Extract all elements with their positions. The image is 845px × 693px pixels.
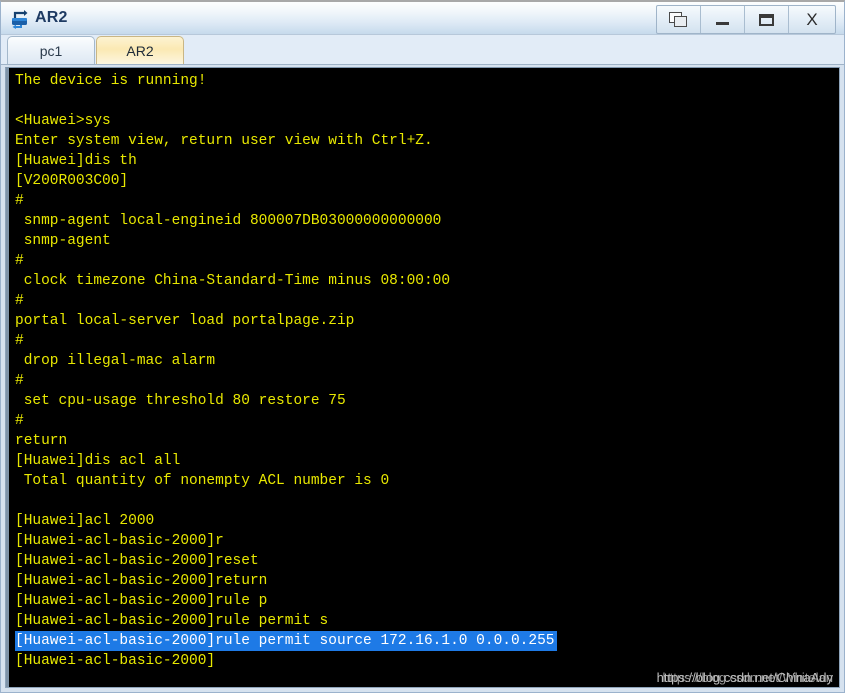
terminal-line: set cpu-usage threshold 80 restore 75 <box>15 391 839 411</box>
minimize-icon <box>716 22 729 25</box>
terminal-line-text <box>15 491 839 511</box>
terminal-line: [Huawei-acl-basic-2000]rule permit sourc… <box>15 631 839 651</box>
terminal-line-text: return <box>15 433 68 449</box>
terminal-line-text: # <box>15 193 24 209</box>
tab-strip: pc1 AR2 <box>1 35 844 65</box>
terminal-line: <Huawei>sys <box>15 111 839 131</box>
window-controls: X <box>656 5 836 34</box>
tab-pc1[interactable]: pc1 <box>7 36 95 64</box>
terminal-line: snmp-agent local-engineid 800007DB030000… <box>15 211 839 231</box>
terminal-line-text: portal local-server load portalpage.zip <box>15 313 355 329</box>
terminal-line: [Huawei-acl-basic-2000]reset <box>15 551 839 571</box>
restore-window-button[interactable] <box>657 6 701 33</box>
terminal-line-text: # <box>15 293 24 309</box>
terminal-line: Total quantity of nonempty ACL number is… <box>15 471 839 491</box>
close-window-button[interactable]: X <box>789 6 835 33</box>
terminal-line-text: [V200R003C00] <box>15 173 129 189</box>
terminal-line-text: <Huawei>sys <box>15 113 111 129</box>
terminal-line-text: snmp-agent local-engineid 800007DB030000… <box>15 213 442 229</box>
terminal-line-text: Total quantity of nonempty ACL number is… <box>15 473 390 489</box>
terminal-line: Enter system view, return user view with… <box>15 131 839 151</box>
terminal-line-text: snmp-agent <box>15 233 111 249</box>
terminal-line: [Huawei]acl 2000 <box>15 511 839 531</box>
terminal-line-text: # <box>15 253 24 269</box>
close-icon: X <box>806 10 818 29</box>
terminal-line-text: [Huawei-acl-basic-2000]return <box>15 573 268 589</box>
terminal-line: portal local-server load portalpage.zip <box>15 311 839 331</box>
terminal-line: drop illegal-mac alarm <box>15 351 839 371</box>
terminal-line: # <box>15 291 839 311</box>
terminal-line-text: clock timezone China-Standard-Time minus… <box>15 273 451 289</box>
terminal-line-text: The device is running! <box>15 73 207 89</box>
terminal-line-text: # <box>15 413 24 429</box>
window-title: AR2 <box>35 9 68 26</box>
terminal-line: [Huawei-acl-basic-2000]return <box>15 571 839 591</box>
terminal-line: The device is running! <box>15 71 839 91</box>
terminal-line-text: drop illegal-mac alarm <box>15 353 216 369</box>
terminal-line <box>15 91 839 111</box>
terminal-line: [Huawei-acl-basic-2000]rule p <box>15 591 839 611</box>
terminal-line: [Huawei-acl-basic-2000] <box>15 651 839 671</box>
terminal-line: # <box>15 411 839 431</box>
terminal-line <box>15 491 839 511</box>
terminal-line: # <box>15 371 839 391</box>
tab-pc1-label: pc1 <box>39 42 63 59</box>
maximize-icon <box>759 13 774 26</box>
tab-ar2[interactable]: AR2 <box>96 36 184 64</box>
terminal-line: [Huawei-acl-basic-2000]rule permit s <box>15 611 839 631</box>
terminal-line-text <box>15 91 839 111</box>
tab-ar2-label: AR2 <box>126 42 154 59</box>
terminal-window: AR2 X pc1 AR2 The device is running! <Hu… <box>0 0 845 693</box>
terminal-line: # <box>15 191 839 211</box>
terminal-line-text: [Huawei]dis th <box>15 153 137 169</box>
terminal-line: [Huawei-acl-basic-2000]r <box>15 531 839 551</box>
terminal-line-text: [Huawei]dis acl all <box>15 453 181 469</box>
terminal-line-text: Enter system view, return user view with… <box>15 133 433 149</box>
terminal-output: The device is running! <Huawei>sys Enter … <box>9 68 839 671</box>
minimize-window-button[interactable] <box>701 6 745 33</box>
terminal-line: # <box>15 251 839 271</box>
terminal-line: # <box>15 331 839 351</box>
terminal-line-text: # <box>15 333 24 349</box>
terminal-line-text: [Huawei-acl-basic-2000]reset <box>15 553 259 569</box>
terminal-line-text: [Huawei-acl-basic-2000] <box>15 653 216 669</box>
terminal-line-text: [Huawei-acl-basic-2000]rule p <box>15 593 268 609</box>
restore-icon <box>669 11 688 28</box>
terminal-line: clock timezone China-Standard-Time minus… <box>15 271 839 291</box>
terminal-line-text: [Huawei-acl-basic-2000]r <box>15 533 224 549</box>
terminal-line: [Huawei]dis th <box>15 151 839 171</box>
terminal-frame: The device is running! <Huawei>sys Enter … <box>5 67 840 688</box>
terminal-line: [Huawei]dis acl all <box>15 451 839 471</box>
terminal-line: snmp-agent <box>15 231 839 251</box>
terminal-line: [V200R003C00] <box>15 171 839 191</box>
terminal-line-selected: [Huawei-acl-basic-2000]rule permit sourc… <box>15 631 557 651</box>
terminal-line-text: [Huawei-acl-basic-2000]rule permit s <box>15 613 329 629</box>
terminal-line-text: set cpu-usage threshold 80 restore 75 <box>15 393 346 409</box>
router-device-icon <box>9 7 31 29</box>
title-bar: AR2 X <box>1 2 844 35</box>
terminal-viewport[interactable]: The device is running! <Huawei>sys Enter … <box>6 68 839 687</box>
terminal-line-text: # <box>15 373 24 389</box>
maximize-window-button[interactable] <box>745 6 789 33</box>
terminal-line: return <box>15 431 839 451</box>
terminal-line-text: [Huawei]acl 2000 <box>15 513 155 529</box>
